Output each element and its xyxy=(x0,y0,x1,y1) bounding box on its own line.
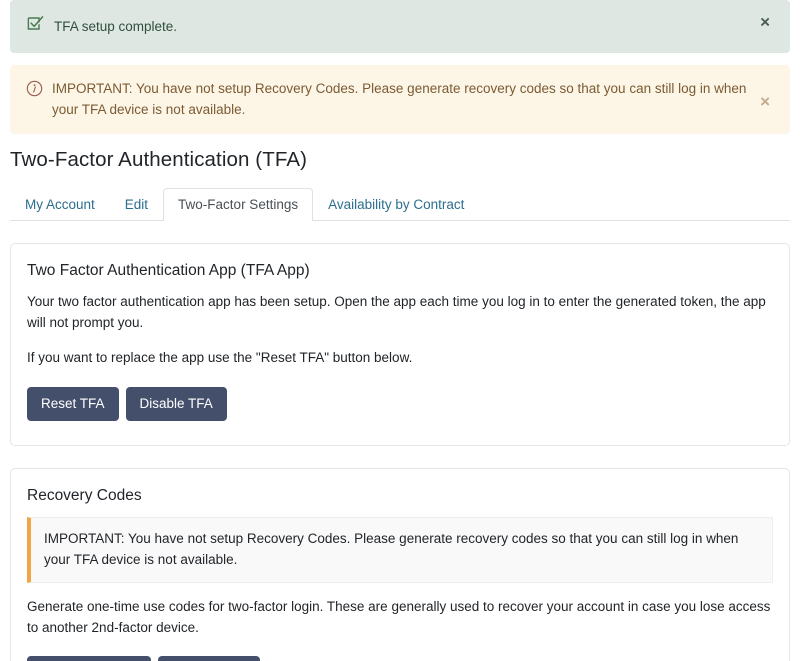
tfa-app-card-title: Two Factor Authentication App (TFA App) xyxy=(27,261,310,279)
recovery-codes-callout: IMPORTANT: You have not setup Recovery C… xyxy=(27,516,773,583)
alert-success: TFA setup complete. × xyxy=(10,0,790,54)
generate-codes-button[interactable]: Generate codes xyxy=(27,656,152,661)
tfa-app-button-row: Reset TFA Disable TFA xyxy=(27,386,773,421)
recovery-codes-description: Generate one-time use codes for two-fact… xyxy=(27,598,771,635)
page-title: Two-Factor Authentication (TFA) xyxy=(10,147,308,171)
alert-success-body: TFA setup complete. xyxy=(26,14,177,39)
tab-availability-by-contract[interactable]: Availability by Contract xyxy=(313,188,479,221)
recovery-codes-card: Recovery Codes IMPORTANT: You have not s… xyxy=(10,467,790,661)
tfa-app-description-2: If you want to replace the app use the "… xyxy=(27,349,413,365)
tab-two-factor-settings[interactable]: Two-Factor Settings xyxy=(163,187,314,221)
tfa-app-card: Two Factor Authentication App (TFA App) … xyxy=(10,242,790,446)
tfa-app-description-1: Your two factor authentication app has b… xyxy=(27,293,766,330)
tab-bar: My Account Edit Two-Factor Settings Avai… xyxy=(10,187,790,221)
alert-warning-body: IMPORTANT: You have not setup Recovery C… xyxy=(26,79,750,120)
alert-warning-close-icon[interactable]: × xyxy=(754,89,776,114)
checkbox-checked-icon xyxy=(26,14,45,39)
alert-warning-message: IMPORTANT: You have not setup Recovery C… xyxy=(52,81,747,117)
tab-my-account[interactable]: My Account xyxy=(10,188,110,221)
recovery-codes-button-row: Generate codes Show codes xyxy=(27,656,773,661)
alert-warning: IMPORTANT: You have not setup Recovery C… xyxy=(10,65,790,134)
show-codes-button[interactable]: Show codes xyxy=(158,656,260,661)
alert-success-close-icon[interactable]: × xyxy=(754,10,776,35)
page-root: TFA setup complete. × IMPORTANT: You hav… xyxy=(0,0,800,661)
reset-tfa-button[interactable]: Reset TFA xyxy=(27,386,119,421)
disable-tfa-button[interactable]: Disable TFA xyxy=(125,386,227,421)
info-circle-icon xyxy=(26,80,43,103)
alert-success-message: TFA setup complete. xyxy=(54,18,178,34)
tab-edit[interactable]: Edit xyxy=(110,188,163,221)
recovery-codes-card-title: Recovery Codes xyxy=(27,486,142,504)
